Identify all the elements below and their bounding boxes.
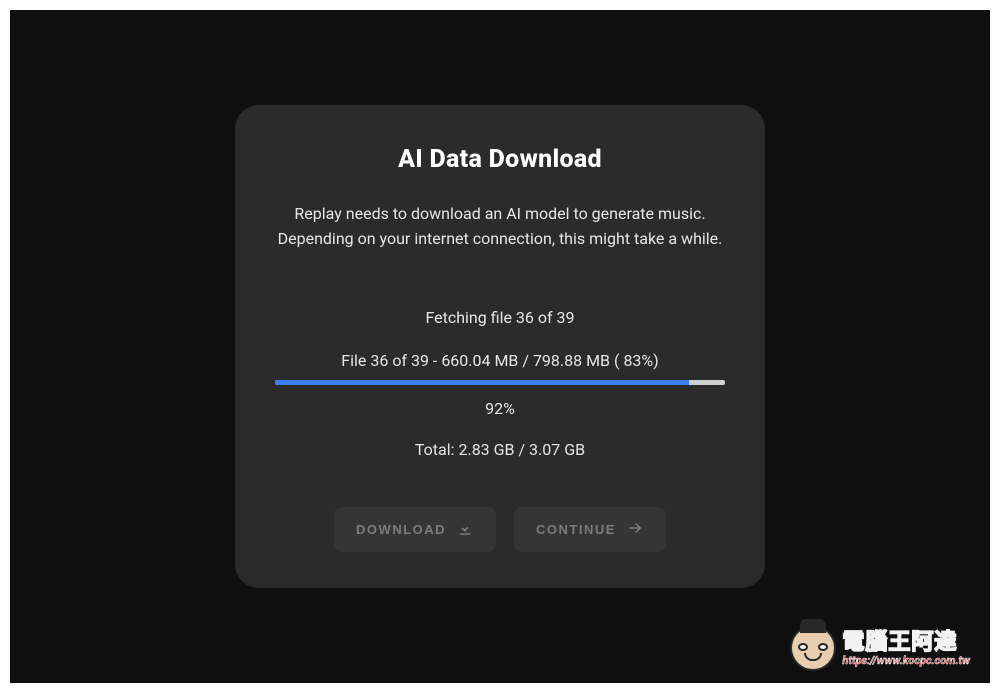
watermark-mascot-icon — [790, 625, 836, 671]
dialog-description: Replay needs to download an AI model to … — [275, 202, 725, 252]
file-progress-text: File 36 of 39 - 660.04 MB / 798.88 MB ( … — [341, 351, 658, 370]
continue-button[interactable]: CONTINUE — [514, 507, 666, 552]
watermark-title: 電腦王阿達 — [842, 631, 970, 653]
download-button[interactable]: DOWNLOAD — [334, 507, 496, 552]
fetching-status: Fetching file 36 of 39 — [425, 308, 574, 327]
arrow-right-icon — [626, 519, 644, 540]
progress-bar — [275, 380, 725, 385]
app-window: AI Data Download Replay needs to downloa… — [10, 10, 990, 683]
button-row: DOWNLOAD CONTINUE — [334, 507, 666, 552]
continue-button-label: CONTINUE — [536, 522, 616, 537]
download-icon — [456, 519, 474, 540]
download-dialog: AI Data Download Replay needs to downloa… — [235, 105, 765, 588]
progress-section: Fetching file 36 of 39 File 36 of 39 - 6… — [275, 308, 725, 459]
total-progress-text: Total: 2.83 GB / 3.07 GB — [415, 440, 585, 459]
watermark: 電腦王阿達 https://www.kocpc.com.tw — [790, 625, 970, 671]
download-button-label: DOWNLOAD — [356, 522, 446, 537]
dialog-title: AI Data Download — [398, 145, 602, 174]
progress-bar-fill — [275, 380, 689, 385]
overall-percent: 92% — [485, 399, 515, 418]
watermark-text: 電腦王阿達 https://www.kocpc.com.tw — [842, 631, 970, 666]
watermark-url: https://www.kocpc.com.tw — [842, 655, 970, 666]
